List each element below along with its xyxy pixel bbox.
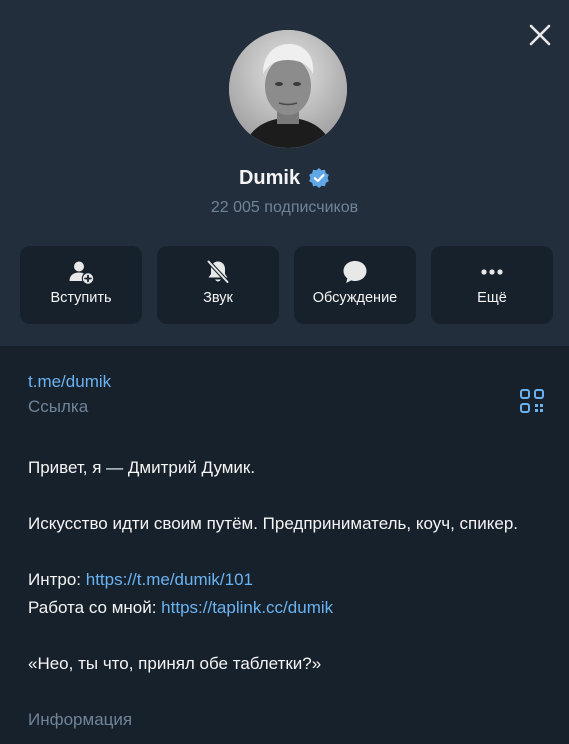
bio-line-intro: Интро: https://t.me/dumik/101 xyxy=(28,566,548,594)
link-caption: Ссылка xyxy=(28,397,89,416)
intro-link[interactable]: https://t.me/dumik/101 xyxy=(86,570,253,589)
discussion-button[interactable]: Обсуждение xyxy=(294,246,416,324)
join-button[interactable]: Вступить xyxy=(20,246,142,324)
bell-off-icon xyxy=(207,260,229,284)
channel-link[interactable]: t.me/dumik xyxy=(28,372,111,392)
bio-line-tagline: Искусство идти своим путём. Предпринимат… xyxy=(28,514,519,533)
work-label: Работа со мной: xyxy=(28,598,162,617)
join-label: Вступить xyxy=(50,290,112,306)
action-buttons: Вступить Звук Обсуждение Ещё xyxy=(20,246,553,324)
profile-header: Dumik 22 005 подписчиков Вступить Звук О… xyxy=(0,0,569,346)
add-user-icon xyxy=(69,261,94,284)
verified-badge-icon xyxy=(309,168,329,188)
info-caption: Информация xyxy=(28,710,133,729)
sound-button[interactable]: Звук xyxy=(157,246,279,324)
discussion-label: Обсуждение xyxy=(312,290,398,306)
qr-code-button[interactable] xyxy=(519,388,545,414)
channel-description: Привет, я — Дмитрий Думик. Искусство идт… xyxy=(28,454,548,678)
bio-line-work: Работа со мной: https://taplink.cc/dumik xyxy=(28,594,548,622)
more-dots-icon xyxy=(481,269,503,275)
more-label: Ещё xyxy=(477,290,507,306)
more-button[interactable]: Ещё xyxy=(431,246,553,324)
avatar[interactable] xyxy=(229,30,347,148)
bio-line-greeting: Привет, я — Дмитрий Думик. xyxy=(28,458,256,477)
title-row: Dumik xyxy=(0,164,569,192)
close-icon[interactable] xyxy=(523,18,557,52)
link-section: t.me/dumik Ссылка xyxy=(28,372,548,417)
chat-bubble-icon xyxy=(343,261,367,283)
work-link[interactable]: https://taplink.cc/dumik xyxy=(161,598,333,617)
bio-line-quote: «Нео, ты что, принял обе таблетки?» xyxy=(28,654,322,673)
close-button[interactable] xyxy=(523,18,557,52)
channel-name: Dumik xyxy=(238,166,301,189)
avatar-portrait xyxy=(229,30,347,148)
sound-label: Звук xyxy=(203,290,233,306)
intro-label: Интро: xyxy=(28,570,86,589)
subscribers-count: 22 005 подписчиков xyxy=(210,199,359,216)
qr-code-icon[interactable] xyxy=(519,388,545,414)
